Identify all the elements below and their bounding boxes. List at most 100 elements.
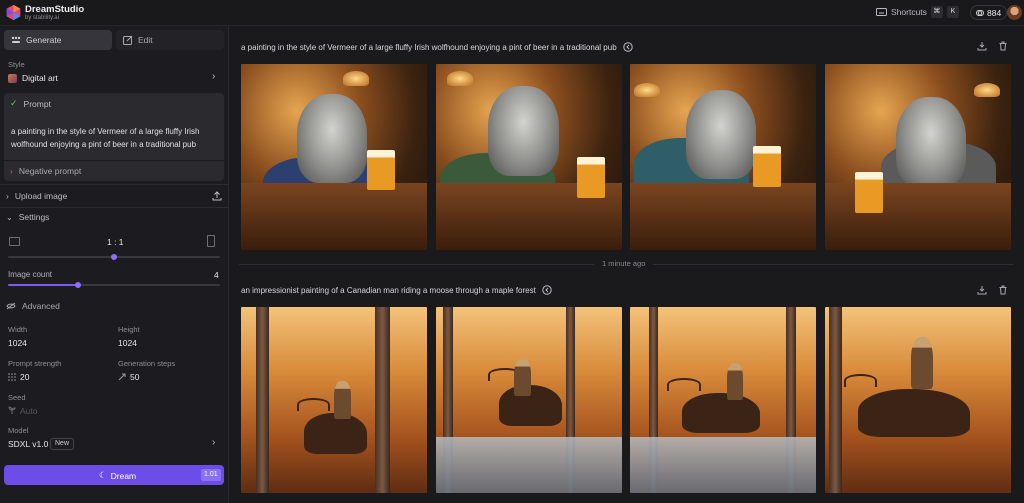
image-detail [255,307,269,493]
generated-image[interactable] [825,307,1011,493]
steps-icon [118,373,126,381]
keyboard-icon [876,8,887,16]
generated-image[interactable] [241,64,427,250]
height-field[interactable]: 1024 [118,338,137,348]
generation-steps-label: Generation steps [118,359,176,368]
model-value[interactable]: SDXL v1.0 [8,439,48,449]
image-detail [682,392,761,434]
negative-prompt-panel[interactable]: › Negative prompt [4,160,224,180]
app-subtitle: by stability.ai [25,15,59,21]
height-label: Height [118,325,140,334]
advanced-toggle[interactable]: Advanced [6,301,60,311]
divider [0,207,228,208]
upload-image-row[interactable]: › Upload image [6,191,67,201]
shortcuts-button[interactable]: Shortcuts ⌘ K [876,6,959,18]
image-detail [514,359,531,397]
image-detail [499,385,563,427]
sprout-icon [8,406,16,414]
image-detail [828,307,842,493]
aspect-ratio-value: 1 : 1 [107,237,124,247]
reuse-prompt-icon[interactable] [622,42,633,52]
prompt-textarea[interactable]: a painting in the style of Vermeer of a … [11,125,219,151]
upload-image-label: Upload image [14,191,68,201]
trash-icon[interactable] [998,41,1008,51]
image-detail [630,437,816,493]
generation-prompt: a painting in the style of Vermeer of a … [241,42,633,52]
shortcut-key-cmd: ⌘ [930,6,943,18]
prompt-strength-label: Prompt strength [8,359,62,368]
image-detail [726,362,744,400]
image-detail [488,86,559,176]
generated-image[interactable] [436,64,622,250]
edit-icon [123,35,133,45]
model-label: Model [8,426,29,435]
portrait-ratio-icon[interactable] [207,235,215,247]
shortcuts-label: Shortcuts [891,7,927,17]
image-detail [374,307,390,493]
generated-image[interactable] [241,307,427,493]
image-detail [630,183,816,250]
image-count-label: Image count [8,270,53,279]
prompt-strength-field[interactable]: 20 [20,372,29,382]
image-detail [895,97,967,187]
chevron-right-icon[interactable]: › [212,437,215,448]
generation-steps-field[interactable]: 50 [130,372,139,382]
tab-generate[interactable]: Generate [4,30,112,50]
credits-icon [976,9,984,16]
image-detail [447,71,474,87]
download-icon[interactable] [977,285,987,295]
prompt-header[interactable]: ✓ Prompt [10,98,51,109]
aspect-ratio-slider[interactable] [8,254,220,260]
image-detail [304,413,368,454]
negative-prompt-label: Negative prompt [18,166,82,176]
generated-image[interactable] [436,307,622,493]
dream-button[interactable]: ☾ Dream 1.01 [4,465,224,485]
tab-generate-label: Generate [26,35,62,45]
seed-input[interactable]: Auto [20,406,38,416]
image-detail [973,82,1000,98]
image-detail [296,93,368,184]
generated-image[interactable] [825,64,1011,250]
image-count-slider[interactable] [8,282,220,288]
dream-button-label: Dream [110,470,137,481]
upload-icon[interactable] [212,191,222,201]
image-count-slider-handle[interactable] [74,282,81,288]
chevron-down-icon: ⌄ [6,212,13,222]
aspect-ratio-slider-handle[interactable] [111,254,117,260]
generated-image[interactable] [630,307,816,493]
image-detail [296,398,331,412]
image-detail [334,381,351,419]
width-field[interactable]: 1024 [8,338,27,348]
image-count-slider-fill [8,284,78,286]
generation-prompt-text: an impressionist painting of a Canadian … [241,285,536,295]
advanced-label: Advanced [22,301,60,311]
generation-feed: a painting in the style of Vermeer of a … [229,26,1024,503]
style-value[interactable]: Digital art [22,73,58,83]
image-detail [752,145,781,187]
user-avatar[interactable] [1007,5,1022,20]
dream-cost-badge: 1.01 [201,469,221,481]
settings-header[interactable]: ⌄ Settings [6,212,49,222]
tab-edit[interactable]: Edit [116,30,224,50]
dreamstudio-logo-icon [6,4,21,21]
generated-image[interactable] [630,64,816,250]
image-detail [343,71,370,87]
image-detail [241,183,427,250]
sidebar: Generate Edit Style Digital art › ✓ Prom… [0,26,229,503]
chevron-down-icon: ✓ [10,98,18,108]
download-icon[interactable] [977,41,987,51]
image-detail [858,388,971,438]
eye-off-icon [6,302,16,310]
chevron-right-icon: › [6,191,9,201]
image-detail [910,336,933,389]
tab-edit-label: Edit [138,35,153,45]
seed-label: Seed [8,393,26,402]
trash-icon[interactable] [998,285,1008,295]
landscape-ratio-icon[interactable] [9,237,20,246]
credits-badge[interactable]: 884 [970,5,1008,20]
image-detail [577,157,606,198]
reuse-prompt-icon[interactable] [542,285,552,295]
prompt-label: Prompt [23,98,51,109]
top-bar: DreamStudio by stability.ai Shortcuts ⌘ … [0,0,1024,26]
chevron-right-icon[interactable]: › [212,71,215,82]
